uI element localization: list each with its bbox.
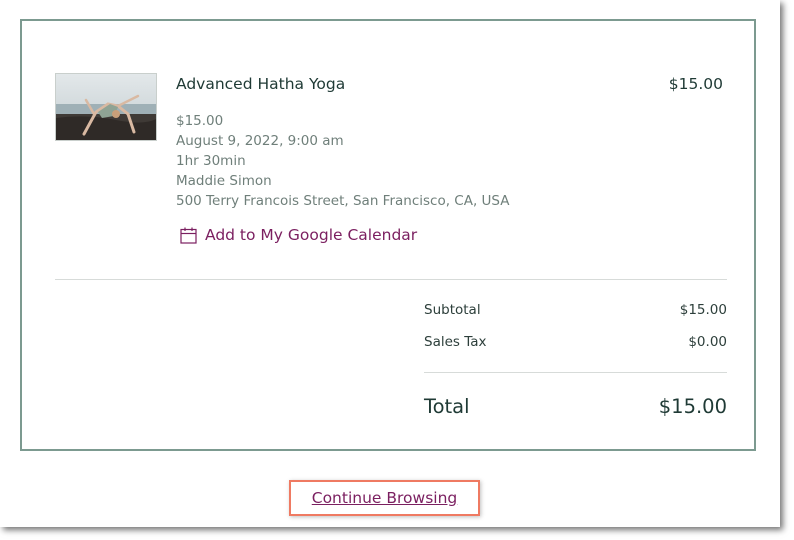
detail-price: $15.00 — [176, 113, 224, 129]
calendar-icon — [180, 227, 197, 244]
sales-tax-row: Sales Tax $0.00 — [424, 334, 727, 350]
class-title: Advanced Hatha Yoga — [176, 75, 346, 93]
detail-location: 500 Terry Francois Street, San Francisco… — [176, 193, 510, 209]
continue-browsing-highlight: Continue Browsing — [289, 480, 480, 516]
total-value: $15.00 — [658, 395, 727, 418]
item-price: $15.00 — [668, 75, 723, 93]
total-row: Total $15.00 — [424, 395, 727, 418]
detail-duration: 1hr 30min — [176, 153, 246, 169]
class-thumbnail — [55, 73, 157, 141]
continue-browsing-link[interactable]: Continue Browsing — [312, 489, 458, 507]
total-divider — [424, 372, 727, 373]
yoga-photo — [56, 74, 156, 140]
sales-tax-label: Sales Tax — [424, 334, 487, 350]
section-divider — [55, 279, 727, 280]
booking-details: $15.00 August 9, 2022, 9:00 am 1hr 30min… — [176, 111, 510, 211]
page-frame: Advanced Hatha Yoga $15.00 $15.00 August… — [0, 0, 780, 527]
detail-date: August 9, 2022, 9:00 am — [176, 133, 344, 149]
total-label: Total — [424, 395, 470, 418]
detail-instructor: Maddie Simon — [176, 173, 272, 189]
subtotal-value: $15.00 — [679, 302, 727, 318]
sales-tax-value: $0.00 — [688, 334, 727, 350]
subtotal-label: Subtotal — [424, 302, 481, 318]
subtotal-row: Subtotal $15.00 — [424, 302, 727, 318]
add-to-calendar-label: Add to My Google Calendar — [205, 226, 418, 244]
add-to-calendar-link[interactable]: Add to My Google Calendar — [180, 226, 417, 244]
order-receipt-card: Advanced Hatha Yoga $15.00 $15.00 August… — [20, 19, 756, 451]
